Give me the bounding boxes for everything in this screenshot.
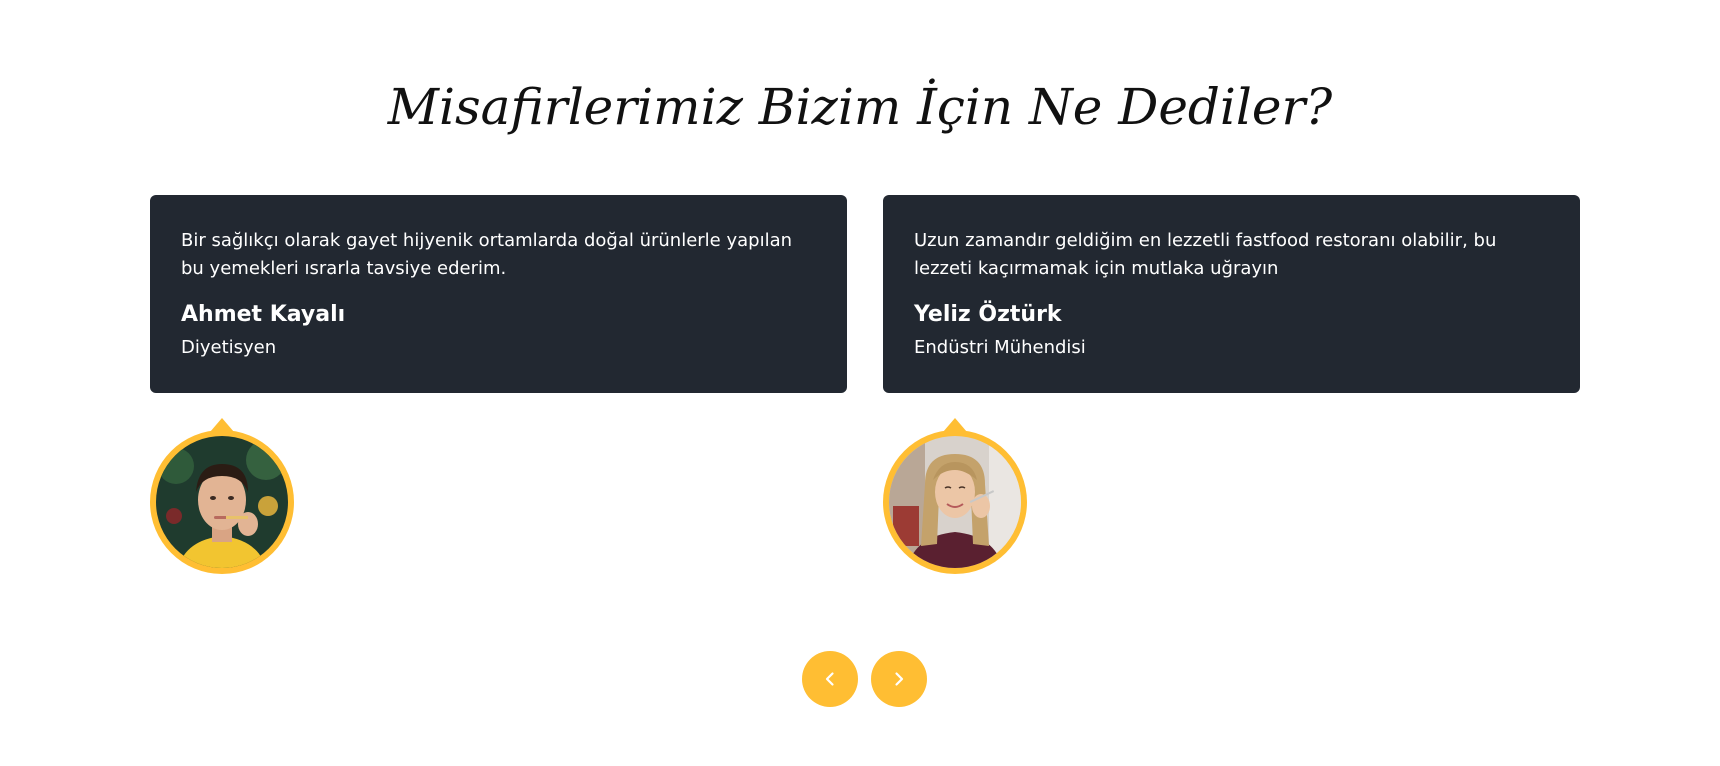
testimonials-section: Misafirlerimiz Bizim İçin Ne Dediler? Bi… <box>0 0 1720 766</box>
testimonial-role: Diyetisyen <box>181 337 277 358</box>
carousel-prev-button[interactable] <box>802 651 858 707</box>
testimonial-name: Yeliz Öztürk <box>914 302 1062 327</box>
testimonial-name: Ahmet Kayalı <box>181 302 346 327</box>
avatar-photo-woman <box>889 436 1021 568</box>
testimonial-avatar-frame <box>883 418 1027 576</box>
testimonial-card: Bir sağlıkçı olarak gayet hijyenik ortam… <box>150 195 847 393</box>
section-title: Misafirlerimiz Bizim İçin Ne Dediler? <box>387 78 1333 136</box>
carousel-next-button[interactable] <box>871 651 927 707</box>
testimonial-quote: Bir sağlıkçı olarak gayet hijyenik ortam… <box>181 230 793 279</box>
testimonial-quote: Uzun zamandır geldiğim en lezzetli fastf… <box>914 230 1497 279</box>
avatar-photo-man <box>156 436 288 568</box>
avatar <box>150 430 294 574</box>
avatar <box>883 430 1027 574</box>
testimonial-role: Endüstri Mühendisi <box>914 337 1086 358</box>
chevron-left-icon <box>825 672 834 686</box>
testimonial-card: Uzun zamandır geldiğim en lezzetli fastf… <box>883 195 1580 393</box>
chevron-right-icon <box>895 672 904 686</box>
testimonial-avatar-frame <box>150 418 294 576</box>
